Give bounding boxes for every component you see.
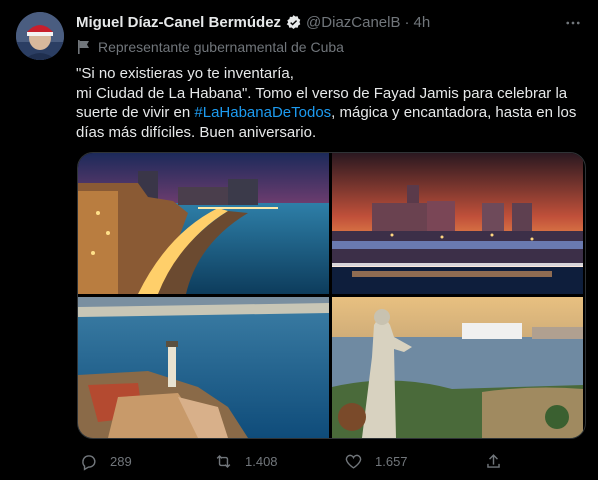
havana-skyline-night-photo[interactable] bbox=[332, 153, 583, 294]
media-grid bbox=[77, 152, 586, 439]
reply-icon bbox=[82, 454, 96, 471]
tweet-text-line1: "Si no existieras yo te inventaría, bbox=[76, 65, 294, 82]
retweet-button[interactable]: 1.408 bbox=[214, 452, 278, 471]
reply-button[interactable]: 289 bbox=[79, 452, 132, 471]
like-button[interactable]: 1.657 bbox=[344, 452, 408, 471]
share-button[interactable] bbox=[484, 452, 503, 471]
reply-count: 289 bbox=[110, 453, 132, 469]
tweet-text-body: mi Ciudad de La Habana". Tomo el verso d… bbox=[76, 84, 582, 143]
author-name[interactable]: Miguel Díaz-Canel Bermúdez bbox=[76, 14, 281, 31]
account-label[interactable]: Representante gubernamental de Cuba bbox=[76, 37, 344, 57]
avatar[interactable] bbox=[16, 12, 64, 60]
author-handle[interactable]: @DiazCanelB bbox=[306, 14, 400, 31]
government-flag-icon bbox=[76, 39, 92, 55]
cristo-havana-statue-photo[interactable] bbox=[332, 297, 583, 438]
tweet-time[interactable]: 4h bbox=[413, 14, 430, 31]
verified-badge-icon bbox=[285, 14, 302, 31]
more-dots-icon[interactable] bbox=[562, 12, 584, 34]
morro-lighthouse-photo[interactable] bbox=[78, 297, 329, 438]
separator-dot: · bbox=[404, 13, 410, 31]
like-count: 1.657 bbox=[375, 453, 408, 469]
malecon-sunset-photo[interactable] bbox=[78, 153, 329, 294]
tweet-text: "Si no existieras yo te inventaría, mi C… bbox=[76, 64, 582, 142]
action-bar: 289 1.408 1.657 bbox=[76, 447, 582, 475]
account-label-text: Representante gubernamental de Cuba bbox=[98, 39, 344, 55]
hashtag-link[interactable]: #LaHabanaDeTodos bbox=[194, 104, 331, 121]
heart-icon bbox=[345, 454, 362, 469]
share-icon bbox=[487, 453, 500, 468]
tweet[interactable]: Miguel Díaz-Canel Bermúdez @DiazCanelB ·… bbox=[0, 0, 598, 480]
retweet-icon bbox=[216, 454, 231, 468]
retweet-count: 1.408 bbox=[245, 453, 278, 469]
tweet-header: Miguel Díaz-Canel Bermúdez @DiazCanelB ·… bbox=[76, 12, 582, 32]
